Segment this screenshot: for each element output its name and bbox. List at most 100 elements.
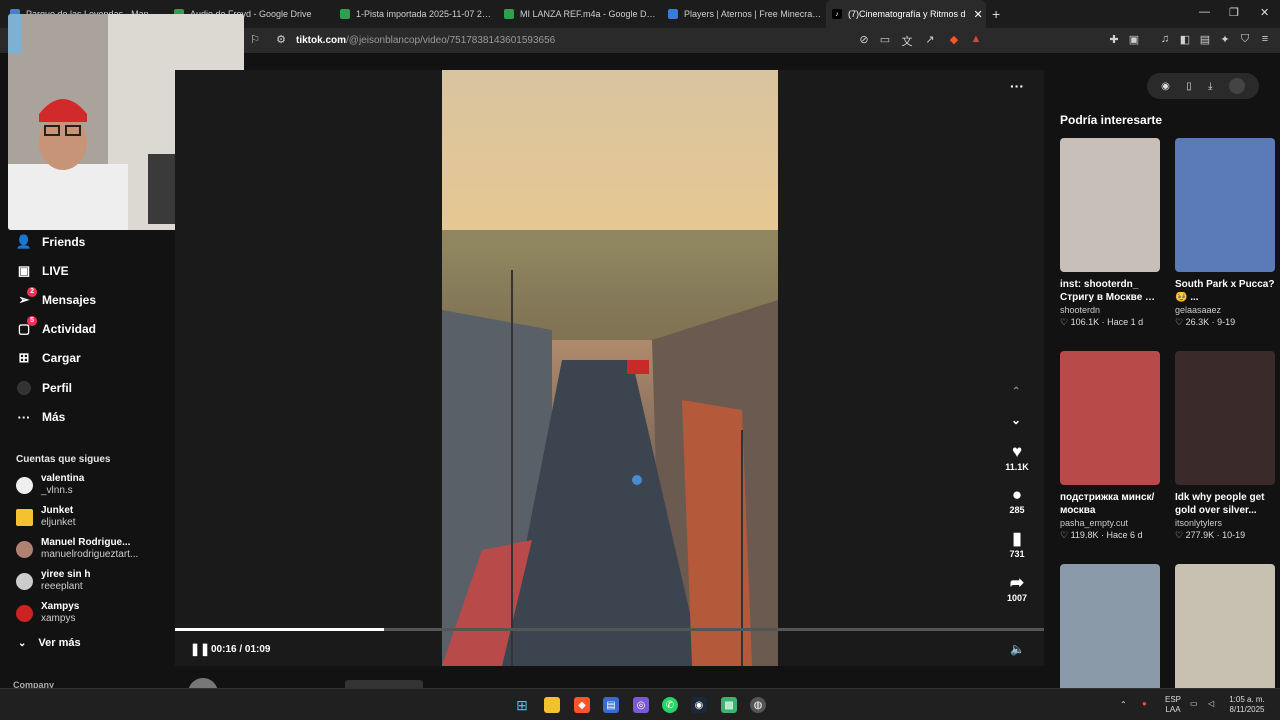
tiktok-icon: ♪ — [832, 9, 842, 19]
previous-video-icon[interactable]: ⌃ — [1012, 386, 1020, 397]
new-tab-button[interactable]: + — [992, 6, 1000, 22]
sidebar-item-messages[interactable]: ➢ 2 Mensajes — [16, 287, 96, 308]
translate-icon[interactable]: 文 — [900, 33, 914, 49]
video-progress-bar[interactable] — [175, 628, 1044, 631]
file-explorer-icon[interactable] — [544, 697, 560, 713]
next-video-icon[interactable]: ⌄ — [1011, 413, 1021, 427]
phone-icon[interactable]: ▯ — [1186, 81, 1192, 92]
video-image — [442, 70, 778, 666]
minecraft-icon[interactable]: ▩ — [721, 697, 737, 713]
more-icon: ··· — [17, 409, 31, 425]
store-icon[interactable]: ▤ — [603, 697, 619, 713]
leo-icon[interactable]: ✦ — [1218, 33, 1232, 46]
heart-icon: ♡ — [1175, 530, 1184, 540]
upload-icon: ⊞ — [18, 350, 30, 365]
comment-button[interactable]: ● 285 — [1003, 485, 1031, 515]
tray-expand-icon[interactable]: ⌃ — [1120, 700, 1127, 710]
activity-icon: ▢ 5 — [16, 316, 37, 337]
heart-icon: ♡ — [1060, 530, 1069, 540]
wallet-icon[interactable]: ▤ — [1198, 33, 1212, 46]
recommended-video[interactable]: Idk why people get gold over silver... i… — [1175, 351, 1275, 541]
heart-icon: ♥ — [1011, 442, 1023, 461]
brave-shield-icon[interactable]: ◆ — [947, 33, 961, 46]
brave-browser-icon[interactable]: ◆ — [574, 697, 590, 713]
maximize-button[interactable]: ❐ — [1229, 6, 1239, 19]
brave-rewards-icon[interactable]: ▲ — [969, 33, 983, 45]
sidebar-item-activity[interactable]: ▢ 5 Actividad — [16, 316, 96, 337]
site-settings-icon[interactable]: ⚙ — [274, 33, 288, 46]
sidebar-item-live[interactable]: ▣ LIVE — [16, 263, 69, 279]
vpn-icon[interactable]: ⛉ — [1238, 33, 1252, 46]
share-icon: ➦ — [1009, 573, 1025, 592]
game-icon[interactable]: ◎ — [633, 697, 649, 713]
screen: Parque de las Leyendas - Manual seg Audi… — [0, 0, 1280, 720]
sidebar-item-profile[interactable]: Perfil — [16, 380, 72, 396]
steam-icon[interactable]: ◉ — [691, 697, 707, 713]
bookmark-button[interactable]: ▮ 731 — [1003, 529, 1031, 559]
see-more-button[interactable]: ⌄ Ver más — [18, 637, 81, 649]
language-indicator[interactable]: ESP LAA — [1163, 695, 1183, 715]
avatar — [16, 604, 33, 622]
sidebar-item-friends[interactable]: 👤 Friends — [16, 234, 85, 250]
sidebar-item-upload[interactable]: ⊞ Cargar — [16, 350, 81, 366]
pause-icon[interactable]: ❚❚ — [190, 642, 210, 656]
download-icon[interactable]: ⤓ — [1208, 81, 1212, 92]
video-frame[interactable] — [442, 70, 778, 666]
comment-icon: ● — [1011, 485, 1023, 504]
heart-icon: ♡ — [1060, 317, 1069, 327]
menu-icon[interactable]: ≡ — [1258, 33, 1272, 45]
video-thumbnail — [1060, 564, 1160, 698]
live-icon: ▣ — [17, 263, 31, 278]
music-icon[interactable]: ♫ — [1158, 33, 1172, 45]
recommended-video[interactable] — [1060, 564, 1160, 698]
following-account[interactable]: yiree sin h reeeplant — [16, 569, 90, 593]
media-off-icon[interactable]: ⊘ — [857, 33, 871, 46]
volume-icon[interactable]: 🔈 — [1010, 642, 1025, 656]
video-thumbnail — [1175, 564, 1275, 698]
avatar — [16, 476, 33, 494]
close-window-button[interactable]: ✕ — [1260, 6, 1269, 19]
cast-icon[interactable]: ▭ — [878, 33, 892, 46]
like-button[interactable]: ♥ 11.1K — [1003, 442, 1031, 472]
profile-icon — [16, 380, 32, 396]
bookmark-icon[interactable]: ⚐ — [248, 33, 262, 46]
windows-taskbar: ⊞ ◆ ▤ ◎ ✆ ◉ ▩ ◍ ⌃ ● ESP LAA ▭ ◁ 1:05 a. m… — [0, 688, 1280, 720]
sidebar-toggle-icon[interactable]: ◧ — [1178, 33, 1192, 46]
recommended-video[interactable]: South Park x Pucca? 🥹 ... gelaasaaez ♡ 2… — [1175, 138, 1275, 328]
share-page-icon[interactable]: ↗ — [923, 33, 937, 46]
browser-tab-active[interactable]: ♪ (7)Cinematografía y Ritmos d ✕ — [826, 0, 986, 28]
minimize-button[interactable]: — — [1199, 6, 1210, 18]
close-tab-icon[interactable]: ✕ — [974, 8, 983, 21]
video-thumbnail — [1175, 138, 1275, 272]
screenshot-icon[interactable]: ▣ — [1127, 33, 1141, 46]
speed-icon[interactable]: ◉ — [1161, 81, 1170, 92]
video-thumbnail — [1060, 138, 1160, 272]
clock[interactable]: 1:05 a. m. 8/11/2025 — [1226, 695, 1268, 715]
following-account[interactable]: Junket eljunket — [16, 505, 75, 529]
bookmark-icon: ▮ — [1012, 529, 1022, 548]
following-account[interactable]: Xampys xampys — [16, 601, 79, 625]
url-field[interactable]: tiktok.com/@jeisonblancop/video/75178381… — [296, 35, 555, 46]
browser-tab[interactable]: 1-Pista importada 2025-11-07 20_28 — [334, 0, 494, 28]
avatar — [16, 540, 33, 558]
recommended-video[interactable]: подстрижка минск/ москва pasha_empty.cut… — [1060, 351, 1160, 541]
recommended-video[interactable]: inst: shooterdn_ Стригу в Москве и ... s… — [1060, 138, 1160, 328]
browser-tab[interactable]: Players | Aternos | Free Minecraft Ser — [662, 0, 822, 28]
windows-start-icon[interactable]: ⊞ — [514, 697, 530, 713]
app-icon[interactable]: ◍ — [750, 697, 766, 713]
recommended-video[interactable] — [1175, 564, 1275, 698]
heart-icon: ♡ — [1175, 317, 1184, 327]
more-options-icon[interactable]: ··· — [1010, 78, 1024, 94]
whatsapp-icon[interactable]: ✆ — [662, 697, 678, 713]
sidebar-item-more[interactable]: ··· Más — [16, 409, 66, 425]
volume-tray-icon[interactable]: ◁ — [1208, 699, 1214, 709]
following-account[interactable]: Manuel Rodrigue... manuelrodrigueztart... — [16, 537, 138, 561]
following-account[interactable]: valentina _vlnn.s — [16, 473, 84, 497]
avatar[interactable] — [1228, 78, 1245, 94]
microphone-icon[interactable]: ● — [1142, 699, 1147, 709]
browser-tab[interactable]: MI LANZA REF.m4a - Google Drive — [498, 0, 658, 28]
share-button[interactable]: ➦ 1007 — [1003, 573, 1031, 603]
following-header: Cuentas que sigues — [16, 454, 111, 465]
extensions-icon[interactable]: ✚ — [1107, 33, 1121, 46]
network-icon[interactable]: ▭ — [1190, 699, 1198, 709]
